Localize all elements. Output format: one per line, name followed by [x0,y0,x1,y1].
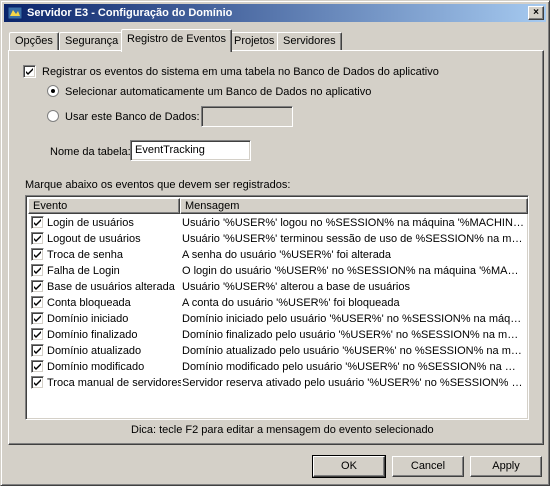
register-events-label[interactable]: Registrar os eventos do sistema em uma t… [42,66,439,78]
register-events-checkbox[interactable] [23,65,36,78]
event-message: Usuário '%USER%' alterou a base de usuár… [182,281,410,293]
column-header-evento[interactable]: Evento [28,198,180,214]
table-row[interactable]: Domínio modificado Domínio modificado pel… [28,359,526,375]
event-checkbox[interactable] [31,360,44,373]
cancel-label: Cancel [410,460,446,472]
event-name: Troca manual de servidores [47,377,181,389]
checkmark-icon [34,347,41,354]
tab-opcoes[interactable]: Opções [9,32,59,51]
event-checkbox[interactable] [31,328,44,341]
event-checkbox[interactable] [31,264,44,277]
checkmark-icon [34,267,41,274]
tab-registro-de-eventos[interactable]: Registro de Eventos [121,29,233,52]
table-name-input[interactable]: EventTracking [130,140,251,161]
table-row[interactable]: Login de usuários Usuário '%USER%' logou … [28,215,526,231]
event-name: Troca de senha [47,249,124,261]
event-checkbox[interactable] [31,296,44,309]
tab-label: Registro de Eventos [127,33,227,45]
checkmark-icon [26,68,33,75]
table-row[interactable]: Base de usuários alterada Usuário '%USER%… [28,279,526,295]
event-checkbox[interactable] [31,280,44,293]
tab-label: Segurança [65,35,119,47]
table-row[interactable]: Falha de Login O login do usuário '%USER%… [28,263,526,279]
event-name: Domínio atualizado [47,345,142,357]
event-message: A senha do usuário '%USER%' foi alterada [182,249,392,261]
auto-db-label[interactable]: Selecionar automaticamente um Banco de D… [65,86,371,98]
event-name: Domínio iniciado [47,313,129,325]
event-message: A conta do usuário '%USER%' foi bloquead… [182,297,400,309]
event-name: Login de usuários [47,217,134,229]
table-row[interactable]: Troca de senha A senha do usuário '%USER%… [28,247,526,263]
event-checkbox[interactable] [31,376,44,389]
tab-label: Projetos [234,35,275,47]
event-message: O login do usuário '%USER%' no %SESSION%… [182,265,524,277]
database-input[interactable] [201,106,293,127]
checkmark-icon [34,299,41,306]
ok-button[interactable]: OK [312,455,386,478]
list-header: Evento Mensagem [28,198,528,214]
table-row[interactable]: Conta bloqueada A conta do usuário '%USER… [28,295,526,311]
radio-dot-icon [51,89,55,93]
dialog-window: Servidor E3 - Configuração do Domínio × … [0,0,550,486]
event-checkbox[interactable] [31,248,44,261]
event-message: Usuário '%USER%' terminou sessão de uso … [182,233,524,245]
event-message: Domínio atualizado pelo usuário '%USER%'… [182,345,524,357]
tab-label: Opções [15,35,53,47]
event-name: Falha de Login [47,265,120,277]
title-bar[interactable]: Servidor E3 - Configuração do Domínio × [4,4,546,22]
tab-servidores[interactable]: Servidores [277,32,342,51]
checkmark-icon [34,315,41,322]
event-name: Domínio modificado [47,361,145,373]
apply-button[interactable]: Apply [470,456,542,477]
checkmark-icon [34,219,41,226]
checkmark-icon [34,235,41,242]
events-instruction: Marque abaixo os eventos que devem ser r… [25,179,291,191]
table-row[interactable]: Domínio finalizado Domínio finalizado pel… [28,327,526,343]
event-checkbox[interactable] [31,312,44,325]
events-list[interactable]: Evento Mensagem Login de usuários Usuário… [25,195,529,420]
cancel-button[interactable]: Cancel [392,456,464,477]
event-message: Domínio finalizado pelo usuário '%USER%'… [182,329,524,341]
event-checkbox[interactable] [31,232,44,245]
event-message: Domínio modificado pelo usuário '%USER%'… [182,361,524,373]
window-title: Servidor E3 - Configuração do Domínio [27,7,233,19]
close-button[interactable]: × [528,6,544,20]
app-server-icon [7,6,23,20]
event-name: Domínio finalizado [47,329,138,341]
event-checkbox[interactable] [31,216,44,229]
checkmark-icon [34,251,41,258]
table-row[interactable]: Troca manual de servidores Servidor reser… [28,375,526,391]
checkmark-icon [34,283,41,290]
tab-projetos[interactable]: Projetos [228,32,281,51]
table-row[interactable]: Domínio atualizado Domínio atualizado pel… [28,343,526,359]
event-message: Usuário '%USER%' logou no %SESSION% na m… [182,217,524,229]
radio-use-db[interactable] [47,110,59,122]
event-name: Logout de usuários [47,233,141,245]
event-name: Base de usuários alterada [47,281,175,293]
checkmark-icon [34,363,41,370]
ok-label: OK [341,460,357,472]
checkmark-icon [34,379,41,386]
event-message: Servidor reserva ativado pelo usuário '%… [182,377,524,389]
table-name-label: Nome da tabela: [50,146,131,158]
apply-label: Apply [492,460,520,472]
radio-auto-db[interactable] [47,85,59,97]
use-db-label[interactable]: Usar este Banco de Dados: [65,111,200,123]
column-header-mensagem[interactable]: Mensagem [180,198,528,214]
tab-label: Servidores [283,35,336,47]
event-checkbox[interactable] [31,344,44,357]
table-row[interactable]: Domínio iniciado Domínio iniciado pelo us… [28,311,526,327]
hint-text: Dica: tecle F2 para editar a mensagem do… [131,424,434,436]
event-name: Conta bloqueada [47,297,131,309]
checkmark-icon [34,331,41,338]
event-message: Domínio iniciado pelo usuário '%USER%' n… [182,313,524,325]
tab-seguranca[interactable]: Segurança [59,32,125,51]
table-row[interactable]: Logout de usuários Usuário '%USER%' termi… [28,231,526,247]
